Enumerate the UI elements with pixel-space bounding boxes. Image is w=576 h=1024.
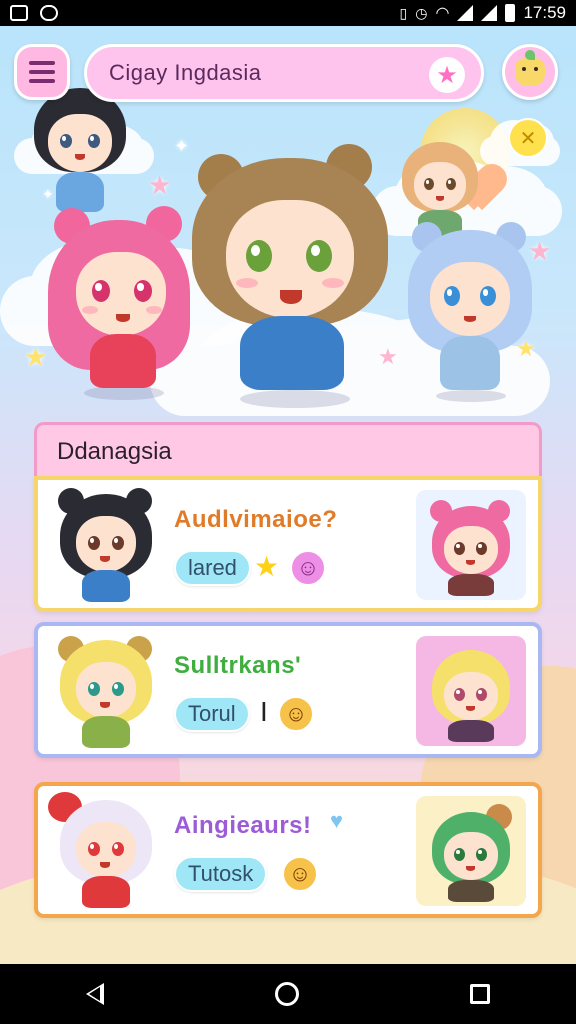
character-card-1[interactable]: Audlvimaioe? lared ★ ☺: [34, 476, 542, 612]
smiley-icon[interactable]: ☺: [282, 856, 318, 892]
status-bar: ▯ ◷ ◠ 17:59: [0, 0, 576, 26]
coin-icon: ✕: [508, 118, 548, 158]
app-notification-icon: [40, 5, 58, 21]
card-tag-button[interactable]: Tutosk: [174, 856, 268, 892]
vibrate-icon: ▯: [399, 4, 408, 21]
status-bar-left: [10, 5, 58, 21]
smiley-icon[interactable]: ☺: [290, 550, 326, 586]
card-tag-button[interactable]: Torul: [174, 696, 250, 732]
title-bar[interactable]: Cigay Ingdasia ★: [84, 44, 484, 102]
thumbnail-character-green-hair: [428, 804, 514, 904]
status-bar-right: ▯ ◷ ◠ 17:59: [400, 3, 566, 23]
card-extra-text: I: [260, 696, 268, 727]
card-character-yellow-hair: [56, 632, 156, 752]
card-character-white-hair: [48, 792, 156, 912]
thumbnail-character-pink-hair: [428, 498, 514, 598]
card-thumbnail[interactable]: [416, 490, 526, 600]
card-tag-button[interactable]: lared: [174, 550, 251, 586]
recent-apps-icon[interactable]: [470, 984, 491, 1004]
card-title: Audlvimaioe?: [174, 506, 338, 533]
thumbnail-character-yellow-hair: [428, 644, 514, 744]
hamburger-menu-icon: [29, 61, 55, 65]
section-header: Ddanagsia: [34, 422, 542, 478]
signal-icon: [481, 5, 498, 21]
signal-icon: [457, 5, 474, 21]
battery-icon: [505, 4, 516, 22]
gallery-icon: [10, 5, 28, 21]
chibi-character-main-brown-hair: [186, 144, 396, 414]
status-time: 17:59: [523, 3, 566, 22]
menu-button[interactable]: [14, 44, 70, 100]
card-title: Sulltrkans': [174, 652, 302, 679]
home-icon[interactable]: [274, 982, 299, 1006]
character-card-2[interactable]: Sulltrkans' Torul I ☺: [34, 622, 542, 758]
character-card-3[interactable]: Aingieaurs! ♥ Tutosk ☺: [34, 782, 542, 918]
navigation-bar: [0, 964, 576, 1024]
profile-button[interactable]: [502, 44, 558, 100]
page-title: Cigay Ingdasia: [109, 60, 262, 85]
star-icon: ★: [254, 551, 280, 582]
alarm-icon: ◷: [415, 4, 428, 21]
wifi-icon: ◠: [435, 5, 450, 22]
star-decoration: ★: [24, 342, 48, 372]
back-icon[interactable]: [85, 983, 104, 1005]
card-character-black-hair: [56, 486, 156, 606]
smiley-icon[interactable]: ☺: [278, 696, 314, 732]
section-title: Ddanagsia: [57, 437, 172, 465]
bunny-avatar-icon: [515, 50, 545, 86]
card-title: Aingieaurs!: [174, 812, 312, 839]
heart-icon: ♥: [330, 808, 344, 833]
star-icon[interactable]: ★: [429, 57, 465, 93]
star-decoration: ★: [148, 170, 172, 200]
chibi-character-black-hair: [30, 88, 130, 218]
card-thumbnail[interactable]: [416, 636, 526, 746]
chibi-character-blue-hair: [406, 222, 536, 406]
chibi-character-pink-hair: [46, 202, 196, 402]
card-thumbnail[interactable]: [416, 796, 526, 906]
